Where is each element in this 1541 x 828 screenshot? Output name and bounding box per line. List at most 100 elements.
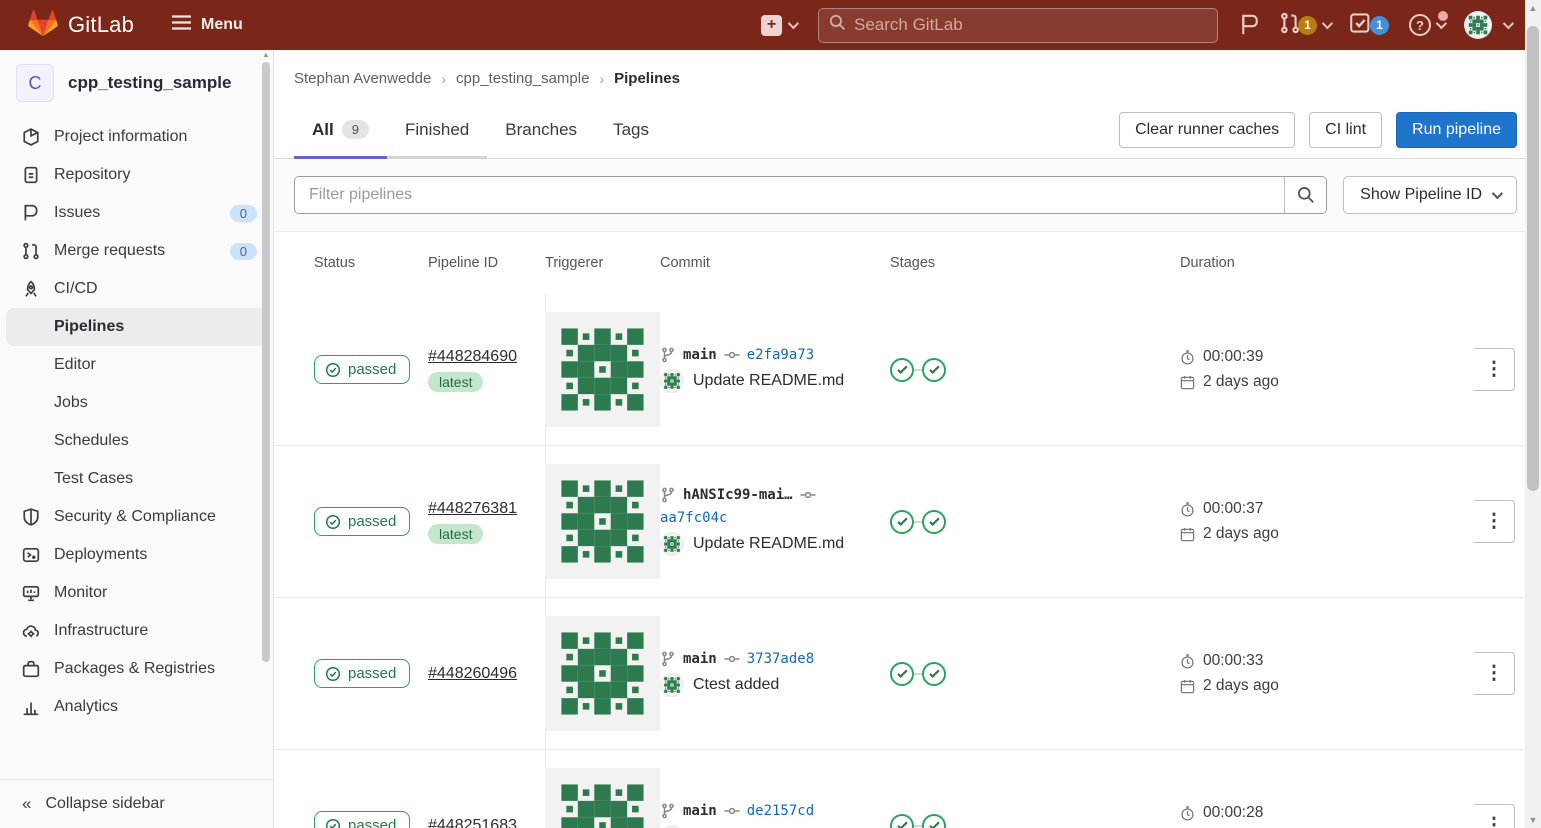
scroll-down-arrow[interactable]: ▼ (1525, 812, 1541, 828)
sidebar-item-packages-registries[interactable]: Packages & Registries (0, 650, 273, 688)
commit-message-link[interactable]: Update README.md (693, 372, 844, 390)
commit-icon (724, 803, 740, 819)
commit-sha-link[interactable]: 3737ade8 (747, 651, 814, 667)
pipeline-id-link[interactable]: #448276381 (428, 500, 517, 518)
todos-shortcut-button[interactable]: 1 (1350, 13, 1389, 38)
triggerer-avatar[interactable] (545, 749, 660, 828)
tab-all[interactable]: All 9 (294, 101, 387, 158)
sidebar-item-cicd[interactable]: CI/CD (0, 270, 273, 308)
breadcrumb-project[interactable]: cpp_testing_sample (456, 70, 589, 87)
latest-badge: latest (428, 524, 483, 544)
sidebar-item-test-cases[interactable]: Test Cases (0, 460, 273, 498)
breadcrumb: Stephan Avenwedde › cpp_testing_sample ›… (274, 50, 1541, 101)
header-stages: Stages (890, 255, 1180, 271)
header-duration: Duration (1180, 255, 1414, 271)
filter-search-button[interactable] (1284, 177, 1326, 213)
status-badge[interactable]: passed (314, 659, 410, 688)
commit-message-link[interactable]: Update README.md (693, 535, 844, 553)
pipeline-kebab-menu-button[interactable]: ⋮ (1474, 804, 1515, 828)
commit-message-link[interactable]: Ctest added (693, 676, 779, 694)
breadcrumb-separator: › (599, 71, 604, 87)
page-scrollbar[interactable]: ▲ ▼ (1525, 0, 1541, 828)
commit-sha-link[interactable]: e2fa9a73 (747, 347, 814, 363)
duration-value: 00:00:33 (1203, 652, 1263, 670)
sidebar-item-monitor[interactable]: Monitor (0, 574, 273, 612)
sidebar-item-merge-requests[interactable]: Merge requests 0 (0, 232, 273, 270)
sidebar-item-jobs[interactable]: Jobs (0, 384, 273, 422)
status-badge[interactable]: passed (314, 507, 410, 536)
stage-status-icon[interactable] (890, 814, 914, 828)
sidebar-item-deployments[interactable]: Deployments (0, 536, 273, 574)
stage-status-icon[interactable] (890, 662, 914, 686)
tab-finished[interactable]: Finished (387, 101, 487, 158)
sidebar-item-infrastructure[interactable]: Infrastructure (0, 612, 273, 650)
sidebar-item-pipelines[interactable]: Pipelines (6, 308, 267, 346)
commit-author-avatar[interactable] (660, 825, 684, 828)
help-menu-button[interactable]: ? (1409, 14, 1444, 36)
tab-tags[interactable]: Tags (595, 101, 667, 158)
branch-link[interactable]: main (683, 347, 717, 363)
pipeline-kebab-menu-button[interactable]: ⋮ (1474, 500, 1515, 543)
clear-runner-caches-button[interactable]: Clear runner caches (1119, 112, 1295, 148)
filter-pipelines-input[interactable] (295, 177, 1284, 213)
sidebar-item-analytics[interactable]: Analytics (0, 688, 273, 726)
issues-shortcut-button[interactable] (1240, 14, 1260, 36)
main-content: Stephan Avenwedde › cpp_testing_sample ›… (274, 50, 1541, 828)
sidebar-item-project-information[interactable]: Project information (0, 118, 273, 156)
search-input[interactable] (854, 15, 1207, 35)
branch-link[interactable]: main (683, 803, 717, 819)
run-pipeline-button[interactable]: Run pipeline (1396, 112, 1517, 148)
stage-status-icon[interactable] (890, 510, 914, 534)
stopwatch-icon (1180, 654, 1195, 669)
stage-status-icon[interactable] (922, 358, 946, 382)
new-item-dropdown[interactable]: + (761, 15, 796, 36)
stage-status-icon[interactable] (890, 358, 914, 382)
commit-sha-link[interactable]: de2157cd (747, 803, 814, 819)
ci-lint-button[interactable]: CI lint (1309, 112, 1382, 148)
sidebar-item-issues[interactable]: Issues 0 (0, 194, 273, 232)
pipeline-kebab-menu-button[interactable]: ⋮ (1474, 348, 1515, 391)
gitlab-logo[interactable]: GitLab (28, 9, 134, 42)
branch-link[interactable]: hANSIc99-mai… (683, 487, 793, 503)
sidebar-item-editor[interactable]: Editor (0, 346, 273, 384)
sidebar-scroll-up-arrow[interactable]: ▲ (262, 51, 270, 59)
scrollbar-thumb[interactable] (1527, 26, 1539, 491)
status-badge[interactable]: passed (314, 811, 410, 828)
project-information-icon (22, 128, 40, 146)
triggerer-avatar[interactable] (545, 597, 660, 749)
sidebar-item-security-compliance[interactable]: Security & Compliance (0, 498, 273, 536)
commit-icon (724, 651, 740, 667)
sidebar-item-repository[interactable]: Repository (0, 156, 273, 194)
project-header[interactable]: C cpp_testing_sample (0, 50, 273, 114)
show-pipeline-id-dropdown[interactable]: Show Pipeline ID (1343, 176, 1517, 214)
pipeline-id-link[interactable]: #448251683 (428, 817, 517, 828)
status-badge[interactable]: passed (314, 355, 410, 384)
commit-sha-link[interactable]: aa7fc04c (660, 510, 727, 526)
merge-requests-shortcut-button[interactable]: 1 (1280, 12, 1330, 39)
pipeline-kebab-menu-button[interactable]: ⋮ (1474, 652, 1515, 695)
stage-status-icon[interactable] (922, 814, 946, 828)
breadcrumb-user[interactable]: Stephan Avenwedde (294, 70, 431, 87)
stage-connector (914, 369, 922, 371)
pipelines-table: Status Pipeline ID Triggerer Commit Stag… (274, 232, 1541, 828)
sidebar-scrollbar-thumb[interactable] (262, 62, 270, 662)
pipeline-id-link[interactable]: #448260496 (428, 665, 517, 683)
branch-link[interactable]: main (683, 651, 717, 667)
scroll-up-arrow[interactable]: ▲ (1525, 0, 1541, 16)
tab-branches[interactable]: Branches (487, 101, 595, 158)
collapse-sidebar-button[interactable]: « Collapse sidebar (0, 779, 273, 828)
triggerer-avatar[interactable] (545, 293, 660, 445)
stage-status-icon[interactable] (922, 510, 946, 534)
triggerer-avatar[interactable] (545, 445, 660, 597)
commit-author-avatar[interactable] (660, 369, 684, 393)
commit-author-avatar[interactable] (660, 532, 684, 556)
user-menu-button[interactable] (1464, 11, 1511, 39)
project-avatar: C (16, 64, 54, 102)
sidebar-item-schedules[interactable]: Schedules (0, 422, 273, 460)
stage-status-icon[interactable] (922, 662, 946, 686)
pipeline-id-link[interactable]: #448284690 (428, 348, 517, 366)
commit-author-avatar[interactable] (660, 673, 684, 697)
double-chevron-left-icon: « (22, 794, 31, 814)
global-search[interactable] (818, 8, 1218, 43)
menu-button[interactable]: Menu (172, 15, 243, 35)
